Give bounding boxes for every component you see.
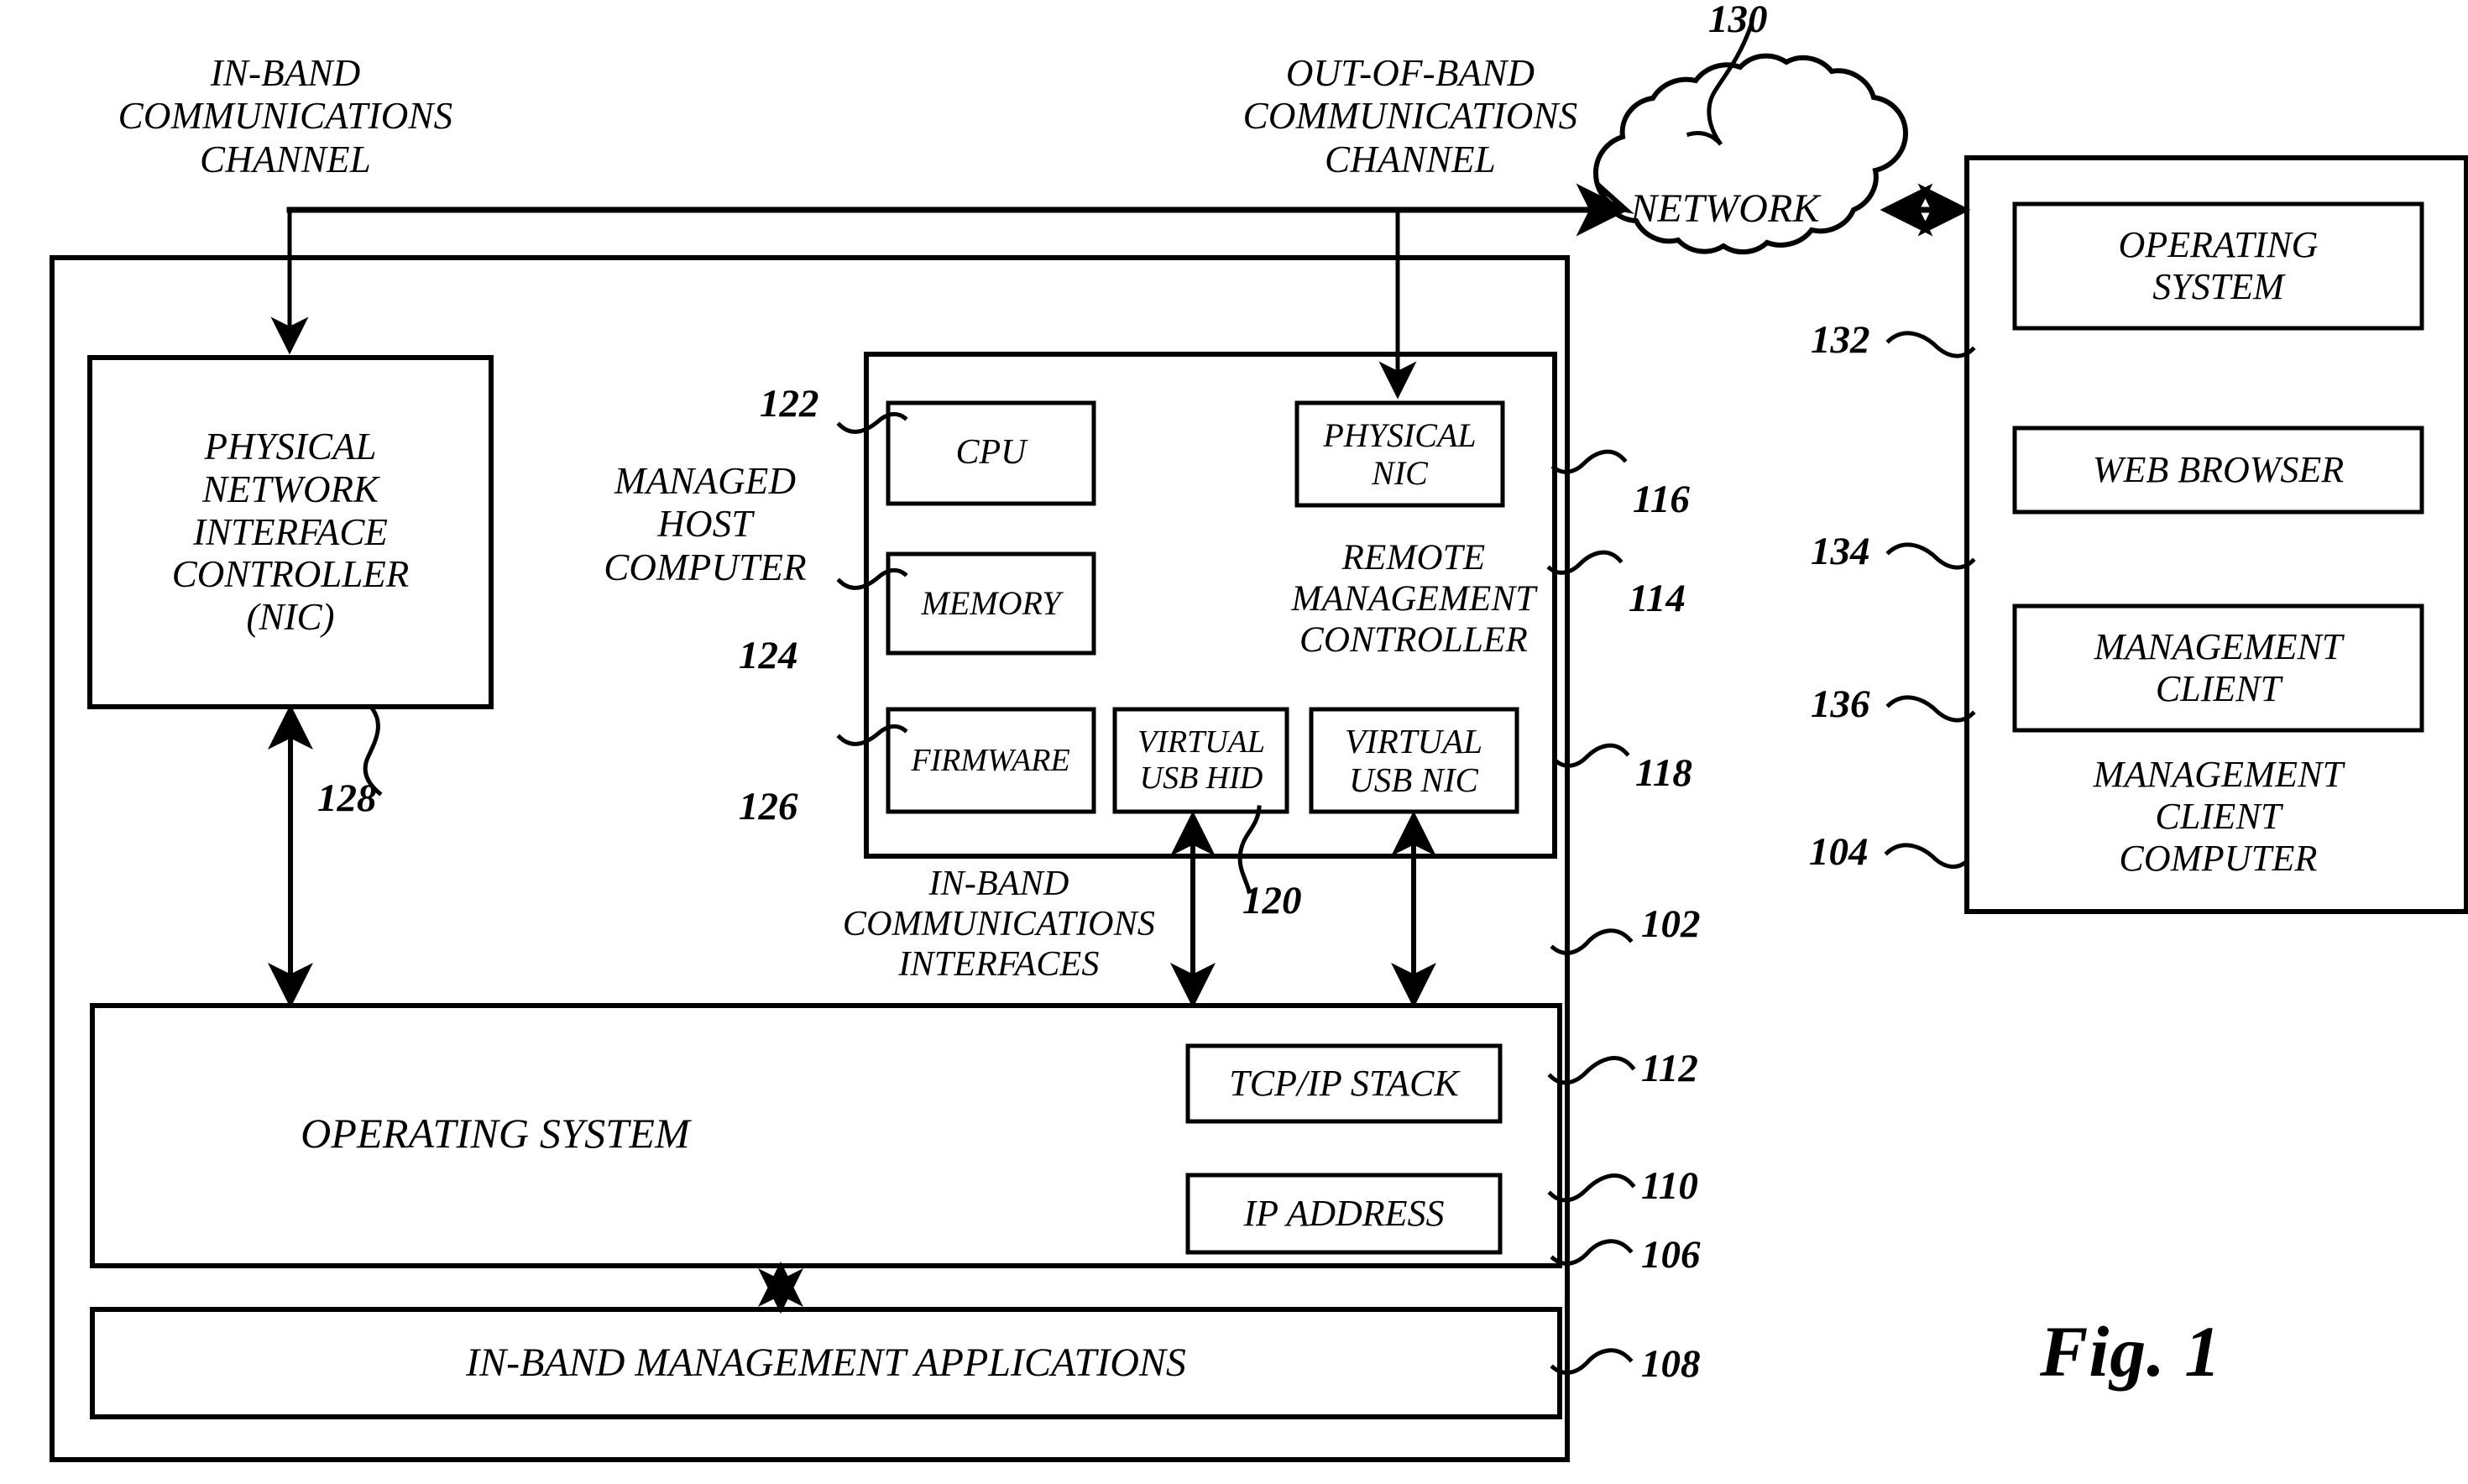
firmware-label: FIRMWARE xyxy=(911,742,1070,778)
figure-title: Fig. 1 xyxy=(2040,1311,2222,1392)
client-operating-system-label: OPERATING SYSTEM xyxy=(2118,224,2319,307)
ref-126: 126 xyxy=(739,785,798,828)
tcpip-stack-label: TCP/IP STACK xyxy=(1229,1063,1459,1105)
physical-nic-label: PHYSICAL NETWORK INTERFACE CONTROLLER (N… xyxy=(171,425,410,639)
ref-114: 114 xyxy=(1629,577,1686,620)
managed-host-label: MANAGED HOST COMPUTER xyxy=(604,460,807,588)
ip-address-label: IP ADDRESS xyxy=(1243,1193,1445,1235)
client-management-client-label: MANAGEMENT CLIENT xyxy=(2094,626,2343,709)
virtual-usb-nic-label: VIRTUAL USB NIC xyxy=(1345,721,1482,799)
in-band-channel-label: IN-BAND COMMUNICATIONS CHANNEL xyxy=(118,52,453,180)
network-label: NETWORK xyxy=(1630,186,1820,231)
leader-130 xyxy=(1686,22,1754,146)
remote-mgmt-controller-label: REMOTE MANAGEMENT CONTROLLER xyxy=(1291,538,1536,661)
ref-132: 132 xyxy=(1811,318,1870,362)
leader-116 xyxy=(1550,449,1628,474)
ref-108: 108 xyxy=(1641,1342,1701,1386)
leader-104 xyxy=(1884,843,1970,869)
ref-112: 112 xyxy=(1641,1047,1698,1090)
leader-134 xyxy=(1885,542,1976,570)
virtual-usb-hid-label: VIRTUAL USB HID xyxy=(1137,724,1265,796)
in-band-interfaces-label: IN-BAND COMMUNICATIONS INTERFACES xyxy=(842,865,1156,984)
ref-134: 134 xyxy=(1811,530,1870,573)
ref-128: 128 xyxy=(317,776,377,820)
in-band-apps-label: IN-BAND MANAGEMENT APPLICATIONS xyxy=(466,1340,1186,1385)
leader-108 xyxy=(1550,1348,1634,1375)
ref-120: 120 xyxy=(1242,879,1302,922)
ref-106: 106 xyxy=(1641,1233,1701,1277)
memory-label: MEMORY xyxy=(921,584,1061,623)
patent-figure-1: IN-BAND COMMUNICATIONS CHANNEL OUT-OF-BA… xyxy=(0,0,2468,1484)
ref-124: 124 xyxy=(739,634,798,677)
leader-112 xyxy=(1547,1056,1636,1085)
ref-136: 136 xyxy=(1811,682,1870,726)
ref-122: 122 xyxy=(760,382,819,426)
ref-102: 102 xyxy=(1641,902,1701,946)
leader-106 xyxy=(1550,1239,1634,1266)
leader-102 xyxy=(1550,928,1634,955)
cpu-label: CPU xyxy=(955,433,1027,473)
ref-130: 130 xyxy=(1708,0,1768,41)
operating-system-label: OPERATING SYSTEM xyxy=(301,1110,690,1157)
out-of-band-channel-label: OUT-OF-BAND COMMUNICATIONS CHANNEL xyxy=(1242,52,1578,180)
controller-physical-nic-label: PHYSICAL NIC xyxy=(1323,415,1477,492)
ref-116: 116 xyxy=(1633,478,1690,521)
ref-118: 118 xyxy=(1635,751,1692,795)
leader-110 xyxy=(1547,1173,1636,1203)
leader-132 xyxy=(1885,331,1976,358)
client-web-browser-label: WEB BROWSER xyxy=(2092,449,2345,491)
ref-104: 104 xyxy=(1809,830,1869,874)
leader-136 xyxy=(1885,695,1976,723)
ref-110: 110 xyxy=(1641,1164,1698,1208)
mgmt-client-computer-label: MANAGEMENT CLIENT COMPUTER xyxy=(2093,754,2344,880)
